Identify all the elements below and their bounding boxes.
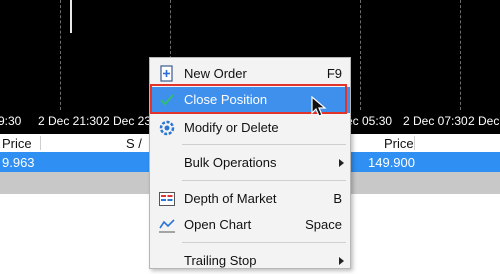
menu-item-depth-of-market[interactable]: Depth of Market B xyxy=(150,186,350,212)
candle-wick xyxy=(70,0,72,33)
menu-item-shortcut: B xyxy=(333,191,342,206)
time-label: ec 05:30 xyxy=(346,114,393,128)
grid-line xyxy=(460,0,461,110)
menu-item-bulk-operations[interactable]: Bulk Operations xyxy=(150,150,350,176)
chart-line-icon xyxy=(158,216,176,234)
time-label: 2 Dec xyxy=(468,114,500,128)
menu-separator xyxy=(182,242,346,243)
cell-current-price: 149.900 xyxy=(368,155,415,170)
menu-item-shortcut: Space xyxy=(305,217,342,232)
menu-item-label: Modify or Delete xyxy=(184,120,279,135)
submenu-arrow-icon xyxy=(339,159,344,167)
menu-item-label: Depth of Market xyxy=(184,191,277,206)
depth-of-market-icon xyxy=(158,190,176,208)
time-label: 2 Dec 07:30 xyxy=(403,114,468,128)
column-divider xyxy=(414,136,415,150)
context-menu: New Order F9 Close Position Modify or De… xyxy=(149,57,351,269)
menu-item-label: New Order xyxy=(184,66,247,81)
menu-item-open-chart[interactable]: Open Chart Space xyxy=(150,212,350,238)
menu-item-label: Open Chart xyxy=(184,217,252,232)
column-header-sl[interactable]: S / xyxy=(126,136,142,151)
cell-open-price: 9.963 xyxy=(2,155,35,170)
time-label: 2 Dec 23 xyxy=(103,114,152,128)
grid-line xyxy=(60,0,61,110)
time-label: 9:30 xyxy=(0,114,22,128)
menu-separator xyxy=(182,180,346,181)
gear-icon xyxy=(158,119,176,137)
new-order-icon xyxy=(158,65,176,83)
menu-separator xyxy=(182,144,346,145)
menu-item-label: Trailing Stop xyxy=(184,253,257,268)
menu-item-trailing-stop[interactable]: Trailing Stop xyxy=(150,248,350,274)
column-divider xyxy=(40,136,41,150)
menu-item-label: Bulk Operations xyxy=(184,155,277,170)
mouse-cursor-icon xyxy=(311,95,327,118)
grid-line xyxy=(360,0,361,110)
column-header-price[interactable]: Price xyxy=(2,136,32,151)
menu-item-modify-or-delete[interactable]: Modify or Delete xyxy=(150,115,350,141)
submenu-arrow-icon xyxy=(339,257,344,265)
time-label: 2 Dec 21:30 xyxy=(38,114,103,128)
menu-item-shortcut: F9 xyxy=(326,66,342,81)
column-header-price-current[interactable]: Price xyxy=(384,136,414,151)
